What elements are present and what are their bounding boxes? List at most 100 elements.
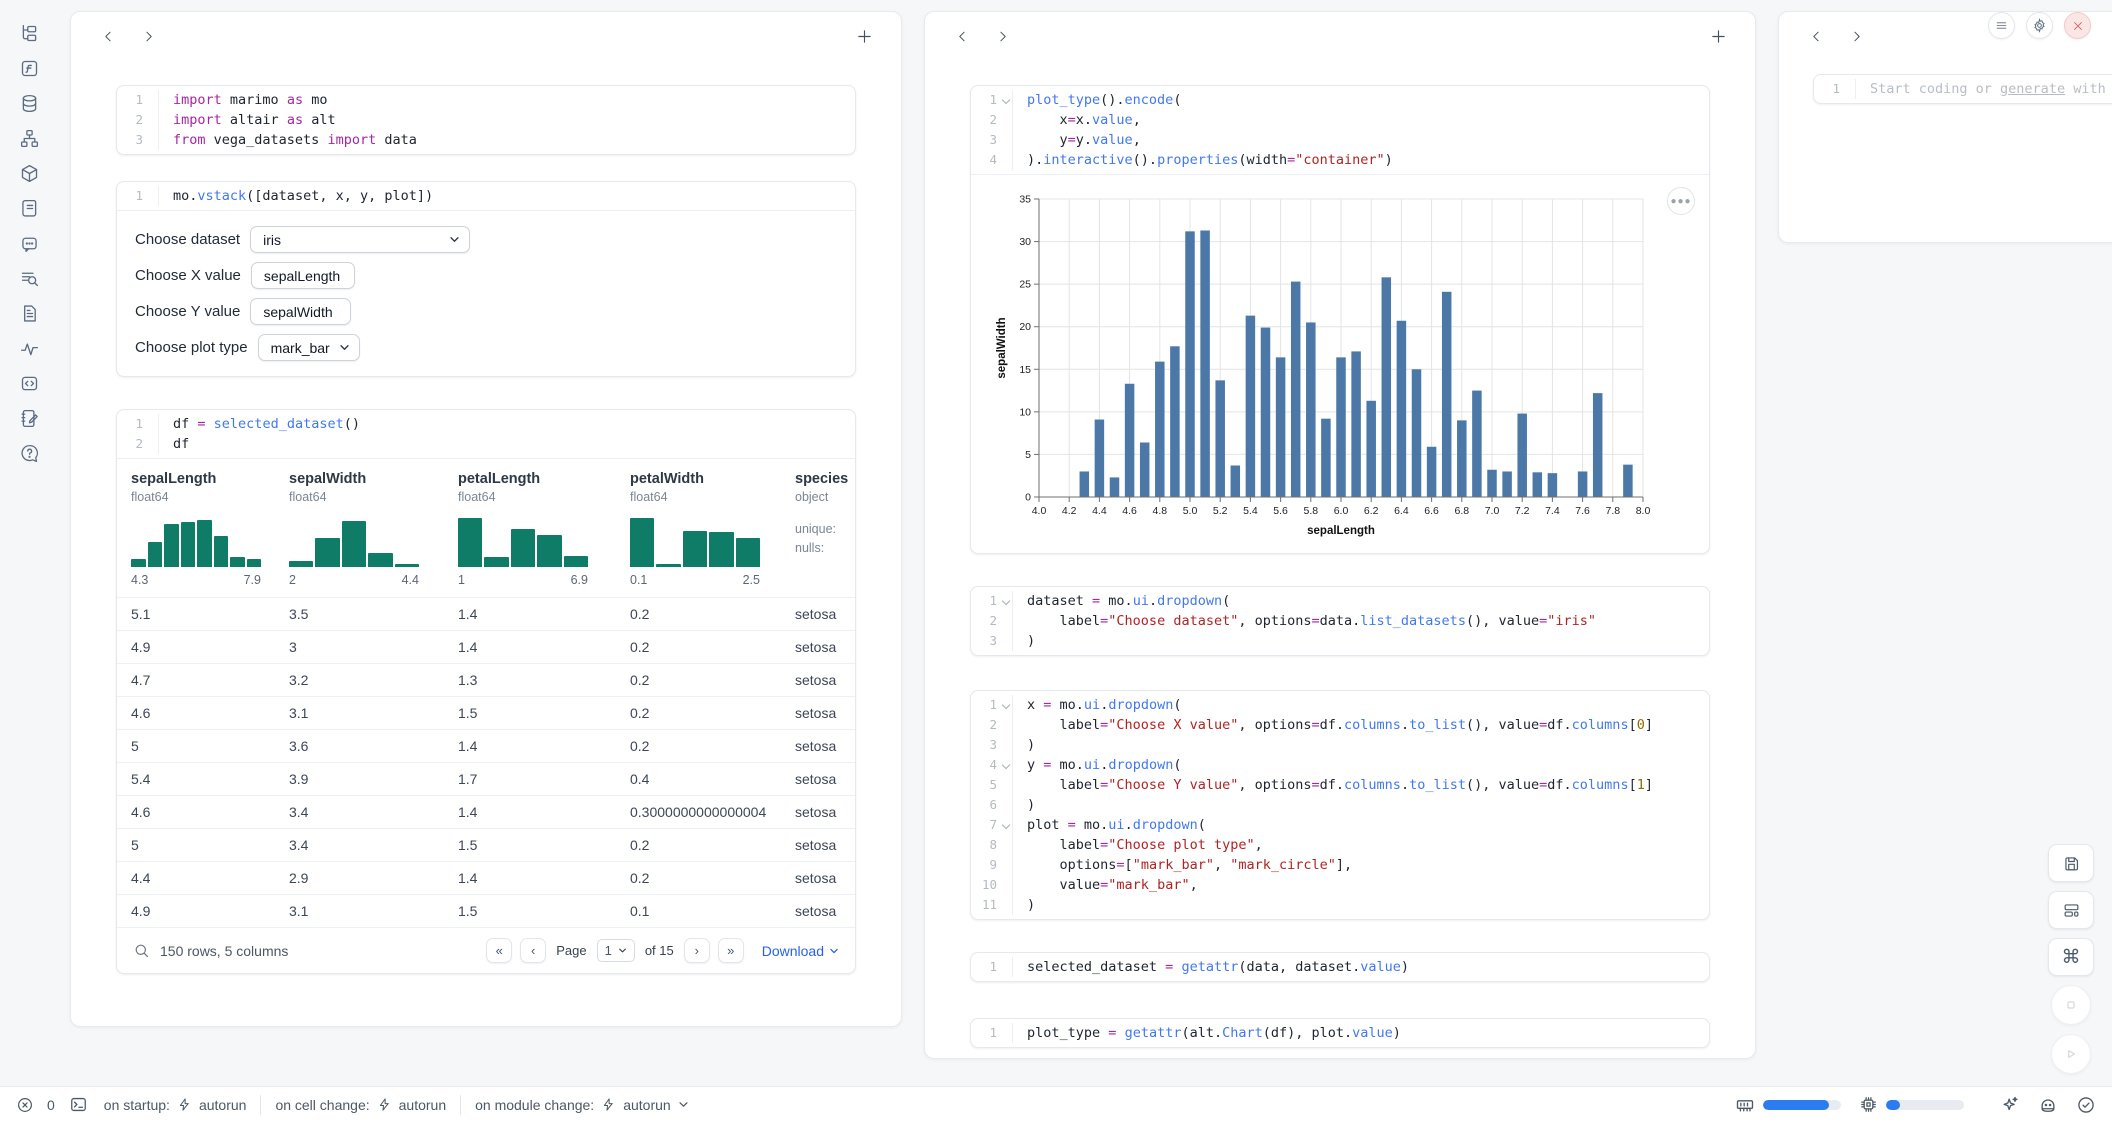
config-label: on startup: [104, 1097, 170, 1113]
runtime-config-item[interactable]: on startup:autorun [104, 1097, 247, 1113]
table-row: 53.61.40.2setosa [117, 729, 855, 762]
settings-button[interactable] [2026, 12, 2053, 39]
table-cell: 3.5 [289, 606, 458, 622]
code-editor[interactable]: 1mo.vstack([dataset, x, y, plot]) [117, 182, 855, 210]
code-editor[interactable]: 1plot_type = getattr(alt.Chart(df), plot… [971, 1019, 1709, 1047]
table-cell: 3.2 [289, 672, 458, 688]
marimo-app: { "app": { "accent_blue": "#2b7cf0", "hi… [0, 0, 2112, 1122]
code-editor[interactable]: 1import marimo as mo2import altair as al… [117, 86, 855, 154]
memory-usage-meter [1763, 1100, 1841, 1110]
sidebar-item-dependency-graph[interactable] [12, 121, 46, 156]
svg-text:5: 5 [1025, 449, 1031, 461]
resource-status [1735, 1095, 2096, 1115]
error-indicator[interactable]: 0 [16, 1096, 69, 1114]
add-column-button[interactable] [1705, 23, 1731, 49]
column-name: sepalWidth [289, 471, 458, 487]
table-row: 5.43.91.70.4setosa [117, 762, 855, 795]
divider [260, 1095, 261, 1115]
last-page-button[interactable]: » [718, 938, 744, 963]
layout-toggle-button[interactable] [2048, 891, 2094, 929]
dropdown-select[interactable]: iris [250, 226, 470, 253]
sidebar-item-chat[interactable] [12, 226, 46, 261]
sidebar-item-datasources[interactable] [12, 86, 46, 121]
code-editor[interactable]: 1dataset = mo.ui.dropdown(2 label="Choos… [971, 587, 1709, 655]
svg-text:7.6: 7.6 [1575, 505, 1590, 517]
lightning-bolt-icon [177, 1097, 192, 1112]
table-cell: 1.4 [458, 639, 630, 655]
table-cell: setosa [795, 771, 855, 787]
config-label: on module change: [475, 1097, 594, 1113]
dropdown-select[interactable]: mark_bar [258, 334, 360, 361]
runtime-config-item[interactable]: on cell change:autorun [275, 1097, 446, 1113]
table-cell: setosa [795, 738, 855, 754]
stop-button[interactable] [2051, 985, 2091, 1025]
sidebar-item-help[interactable] [12, 436, 46, 471]
column-move-left-button[interactable] [95, 23, 121, 49]
chart-actions-button[interactable]: ●●● [1667, 187, 1695, 215]
svg-text:4.0: 4.0 [1032, 505, 1047, 517]
runtime-config-item[interactable]: on module change:autorun [475, 1097, 689, 1113]
shutdown-button[interactable] [2064, 12, 2091, 39]
sidebar-item-logs[interactable] [12, 191, 46, 226]
chevron-down-icon [339, 342, 350, 353]
terminal-icon [69, 1095, 88, 1114]
table-row: 4.63.11.50.2setosa [117, 696, 855, 729]
dropdown-select[interactable]: sepalLength [251, 262, 355, 289]
table-row: 4.42.91.40.2setosa [117, 861, 855, 894]
connection-status-button[interactable] [2076, 1095, 2096, 1115]
table-cell: 0.2 [630, 672, 795, 688]
sidebar-item-tracing[interactable] [12, 331, 46, 366]
previous-page-button[interactable]: ‹ [520, 938, 546, 963]
dropdown-row: Choose plot typemark_bar [135, 334, 837, 361]
table-search-icon[interactable] [133, 942, 150, 959]
terminal-button[interactable] [69, 1095, 88, 1114]
chevron-down-icon [678, 1099, 689, 1110]
table-column-header[interactable]: speciesobjectunique:nulls: [795, 459, 855, 597]
table-column-header[interactable]: petalLengthfloat6416.9 [458, 459, 630, 597]
keyboard-shortcuts-button[interactable]: ⌘ [2048, 938, 2094, 976]
first-page-button[interactable]: « [486, 938, 512, 963]
column-move-right-button[interactable] [1843, 23, 1869, 49]
save-button[interactable] [2048, 844, 2094, 882]
code-editor[interactable]: 1plot_type().encode(2 x=x.value,3 y=y.va… [971, 86, 1709, 174]
svg-text:20: 20 [1019, 321, 1031, 333]
menu-button[interactable] [1988, 12, 2015, 39]
sidebar-item-documentation[interactable] [12, 261, 46, 296]
column-histogram [630, 515, 760, 567]
next-page-button[interactable]: › [684, 938, 710, 963]
code-editor-placeholder[interactable]: 1Start coding or generate with [1814, 75, 2112, 103]
copilot-button[interactable] [2038, 1095, 2058, 1115]
dropdown-select[interactable]: sepalWidth [250, 298, 351, 325]
ai-assistant-button[interactable] [2000, 1095, 2020, 1115]
download-button[interactable]: Download [762, 943, 839, 959]
config-value: autorun [399, 1097, 446, 1113]
page-number-select[interactable]: 1 [597, 939, 635, 962]
table-column-header[interactable]: petalWidthfloat640.12.5 [630, 459, 795, 597]
code-editor[interactable]: 1x = mo.ui.dropdown(2 label="Choose X va… [971, 691, 1709, 919]
add-column-button[interactable] [851, 23, 877, 49]
column-move-right-button[interactable] [135, 23, 161, 49]
column-move-left-button[interactable] [1803, 23, 1829, 49]
column-move-left-button[interactable] [949, 23, 975, 49]
table-cell: setosa [795, 705, 855, 721]
table-cell: setosa [795, 903, 855, 919]
sidebar-item-file-explorer[interactable] [12, 16, 46, 51]
svg-text:10: 10 [1019, 406, 1031, 418]
sidebar-item-packages[interactable] [12, 156, 46, 191]
runtime-config: on startup:autorunon cell change:autorun… [104, 1095, 689, 1115]
column-move-right-button[interactable] [989, 23, 1015, 49]
svg-text:8.0: 8.0 [1636, 505, 1651, 517]
table-column-header[interactable]: sepalLengthfloat644.37.9 [131, 459, 289, 597]
code-editor[interactable]: 1selected_dataset = getattr(data, datase… [971, 953, 1709, 981]
table-column-header[interactable]: sepalWidthfloat6424.4 [289, 459, 458, 597]
run-button[interactable] [2051, 1034, 2091, 1074]
table-cell: 4.9 [131, 639, 289, 655]
svg-text:sepalLength: sepalLength [1307, 525, 1375, 537]
column-type: float64 [131, 490, 289, 504]
sidebar-item-functions[interactable] [12, 51, 46, 86]
sidebar-item-outline[interactable] [12, 366, 46, 401]
sidebar-item-scratchpad[interactable] [12, 401, 46, 436]
sidebar-item-snippets[interactable] [12, 296, 46, 331]
code-editor[interactable]: 1df = selected_dataset()2df [117, 410, 855, 458]
gear-icon [2032, 18, 2047, 33]
